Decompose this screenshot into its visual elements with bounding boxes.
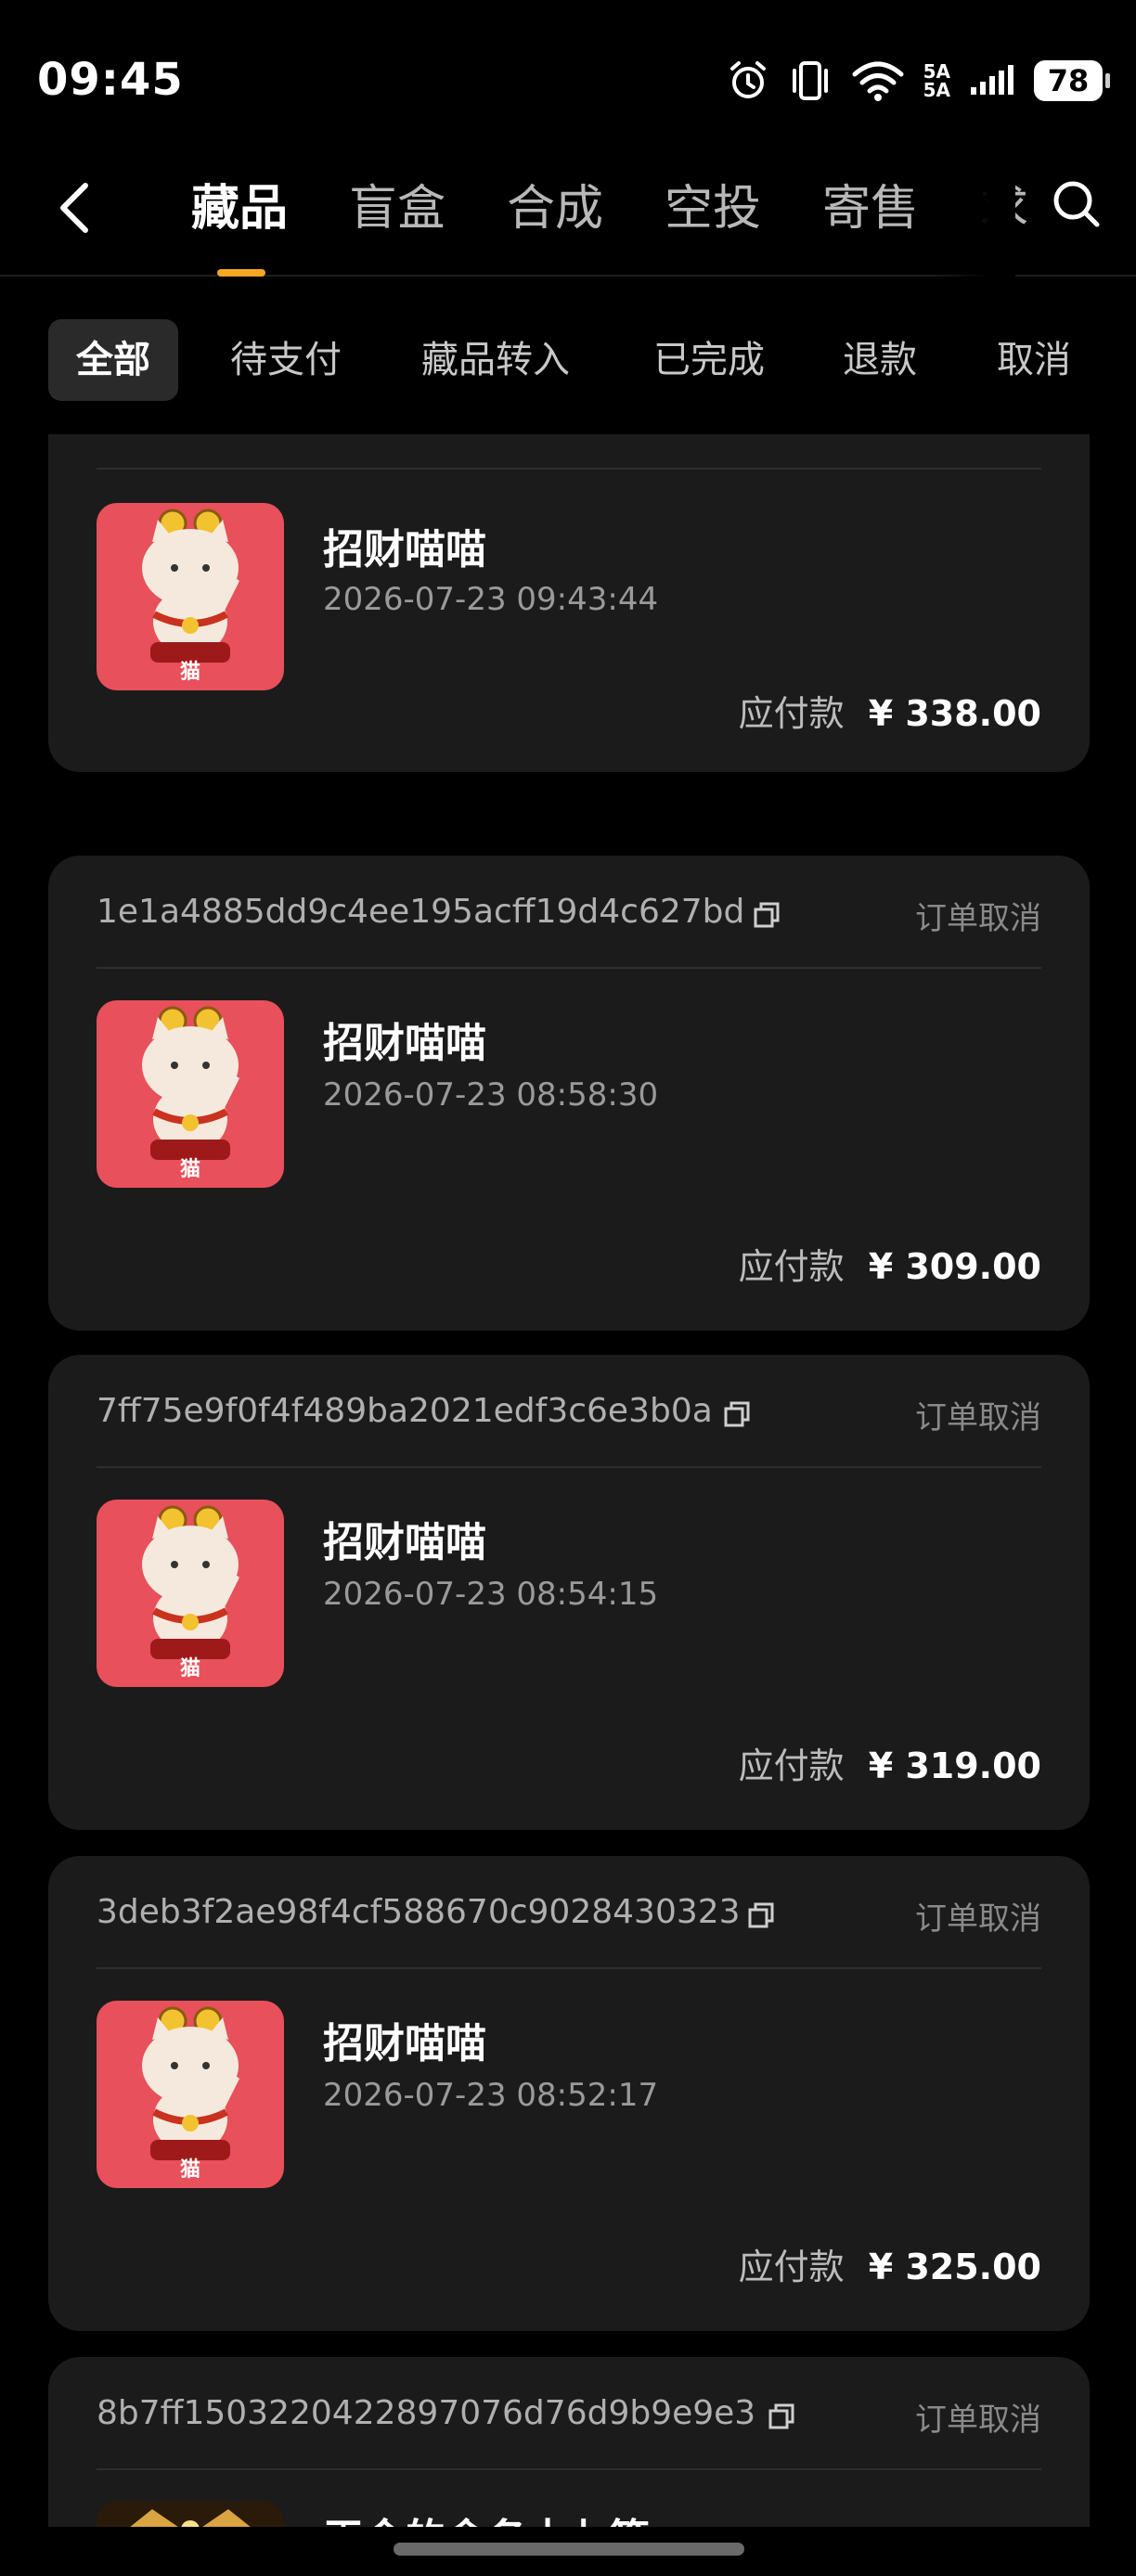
order-header: 8b7ff1503220422897076d76d9b9e9e3 订单取消 (97, 2394, 1041, 2446)
thumbnail-label: 猫 (179, 661, 200, 684)
payment-label: 应付款 (738, 1246, 845, 1287)
order-id: 3deb3f2ae98f4cf588670c9028430323 (97, 1893, 741, 1931)
item-thumbnail: 猫 (97, 2001, 284, 2188)
item-name: 招财喵喵 (323, 1519, 486, 1566)
filter-all[interactable]: 全部 (48, 319, 178, 401)
payment-label: 应付款 (738, 2247, 845, 2287)
payment-amount: ¥ 338.00 (868, 693, 1041, 734)
item-name: 招财喵喵 (323, 2020, 486, 2067)
order-card[interactable]: 1e1a4885dd9c4ee195acff19d4c627bd 订单取消 猫 … (48, 856, 1090, 1331)
back-button[interactable] (46, 180, 102, 236)
status-bar: 09:45 5A 5A 78 (0, 0, 1136, 139)
home-indicator[interactable] (394, 2543, 744, 2556)
wifi-icon (852, 61, 904, 101)
order-card[interactable]: 7ff75e9f0f4f489ba2021edf3c6e3b0a 订单取消 猫 … (48, 1355, 1090, 1830)
tab-collection[interactable]: 藏品 (191, 169, 288, 238)
order-header: 1e1a4885dd9c4ee195acff19d4c627bd 订单取消 (97, 893, 1041, 945)
payment-label: 应付款 (738, 693, 845, 734)
order-time: 2026-07-23 08:52:17 (323, 2077, 659, 2114)
vibrate-icon (792, 61, 828, 100)
copy-icon[interactable] (746, 1900, 776, 1930)
copy-icon[interactable] (722, 1399, 752, 1429)
order-card[interactable]: 猫 招财喵喵 2026-07-23 09:43:44 应付款 ¥ 338.00 (48, 434, 1090, 772)
payment-amount: ¥ 309.00 (868, 1246, 1041, 1287)
tab-consignment[interactable]: 寄售 (822, 169, 919, 238)
order-status: 订单取消 (915, 1399, 1041, 1436)
item-name: 招财喵喵 (323, 526, 486, 573)
filter-pending-payment[interactable]: 待支付 (230, 319, 342, 401)
signal-icon (971, 65, 1013, 95)
battery-indicator: 78 (1034, 60, 1110, 101)
search-icon (1053, 181, 1100, 227)
cellular-label: 5A 5A (923, 60, 950, 101)
filter-completed[interactable]: 已完成 (653, 319, 765, 401)
order-header: 3deb3f2ae98f4cf588670c9028430323 订单取消 (97, 1893, 1041, 1945)
payment-row: 应付款 ¥ 309.00 (739, 1238, 1041, 1289)
item-thumbnail: 猫 (97, 1500, 284, 1687)
tab-active-indicator (217, 269, 265, 277)
order-header: 7ff75e9f0f4f489ba2021edf3c6e3b0a 订单取消 (97, 1392, 1041, 1444)
card-divider (97, 1466, 1041, 1468)
order-card[interactable]: 8b7ff1503220422897076d76d9b9e9e3 订单取消 王金… (48, 2357, 1090, 2527)
filter-transfer-in[interactable]: 藏品转入 (421, 319, 570, 401)
tab-overflow-fade (928, 139, 1015, 277)
order-time: 2026-07-23 09:43:44 (323, 581, 659, 618)
status-time: 09:45 (37, 54, 184, 106)
payment-amount: ¥ 319.00 (868, 1745, 1041, 1786)
top-nav: 藏品 盲盒 合成 空投 寄售 求 (0, 139, 1136, 277)
card-divider (97, 2468, 1041, 2470)
order-time: 2026-07-23 08:54:15 (323, 1576, 659, 1613)
order-status: 订单取消 (915, 2402, 1041, 2439)
tab-airdrop[interactable]: 空投 (665, 169, 761, 238)
item-name: 王金的舍名十七等 (323, 2505, 650, 2527)
payment-amount: ¥ 325.00 (868, 2247, 1041, 2287)
thumbnail-label: 猫 (179, 1657, 200, 1681)
payment-row: 应付款 ¥ 319.00 (739, 1737, 1041, 1788)
copy-icon[interactable] (767, 2402, 796, 2431)
order-id: 7ff75e9f0f4f489ba2021edf3c6e3b0a (97, 1392, 713, 1430)
order-status: 订单取消 (915, 900, 1041, 937)
order-time: 2026-07-23 08:58:30 (323, 1076, 659, 1114)
card-divider (97, 468, 1041, 470)
card-divider (97, 967, 1041, 969)
item-name: 招财喵喵 (323, 1020, 486, 1067)
search-button[interactable] (1049, 176, 1104, 232)
tab-blind-box[interactable]: 盲盒 (349, 169, 445, 238)
order-id: 1e1a4885dd9c4ee195acff19d4c627bd (97, 893, 745, 931)
thumbnail-label: 猫 (179, 2158, 200, 2182)
tab-synthesis[interactable]: 合成 (507, 169, 603, 238)
item-thumbnail: 猫 (97, 503, 284, 690)
copy-icon[interactable] (752, 900, 781, 930)
payment-label: 应付款 (738, 1745, 845, 1786)
filter-bar: 全部 待支付 藏品转入 已完成 退款 取消 (0, 316, 1136, 401)
item-thumbnail: 猫 (97, 1000, 284, 1188)
alarm-icon (729, 61, 766, 98)
thumbnail-label: 猫 (179, 1158, 200, 1181)
chevron-left-icon (60, 183, 88, 233)
status-icons: 5A 5A 78 (727, 58, 1110, 104)
order-id: 8b7ff1503220422897076d76d9b9e9e3 (97, 2394, 756, 2432)
filter-cancelled[interactable]: 取消 (997, 319, 1071, 401)
filter-refund[interactable]: 退款 (843, 319, 917, 401)
order-status: 订单取消 (915, 1900, 1041, 1938)
payment-row: 应付款 ¥ 325.00 (739, 2238, 1041, 2289)
order-card[interactable]: 3deb3f2ae98f4cf588670c9028430323 订单取消 猫 … (48, 1856, 1090, 2331)
order-list: 猫 招财喵喵 2026-07-23 09:43:44 应付款 ¥ 338.00 … (0, 434, 1136, 2527)
item-thumbnail (97, 2502, 284, 2527)
golden-crown-image (130, 2509, 251, 2527)
payment-row: 应付款 ¥ 338.00 (739, 685, 1041, 736)
card-divider (97, 1967, 1041, 1969)
